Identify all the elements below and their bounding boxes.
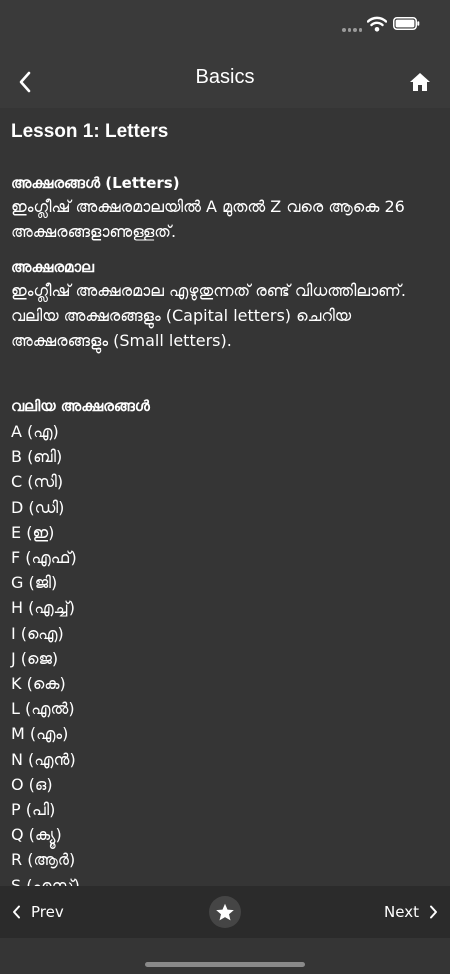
list-item: P (പി): [11, 800, 56, 820]
alphabet-heading: അക്ഷരമാല: [11, 258, 94, 276]
letters-heading: അക്ഷരങ്ങൾ (Letters): [11, 174, 180, 192]
list-item: O (ഒ): [11, 774, 53, 794]
list-item: K (കെ): [11, 674, 66, 694]
list-item: G (ജി): [11, 573, 58, 593]
home-indicator[interactable]: [145, 962, 305, 967]
star-icon: [216, 903, 234, 920]
list-item: H (എച്ച്): [11, 598, 75, 618]
list-item: C (സി): [11, 472, 64, 492]
lesson-navigation-bar: Prev Next: [0, 886, 450, 938]
list-item: B (ബി): [11, 447, 63, 467]
next-button[interactable]: Next: [384, 886, 438, 938]
list-item: J (ജെ): [11, 648, 59, 668]
list-item: E (ഇ): [11, 522, 55, 542]
signal-icon: [342, 28, 362, 32]
next-label: Next: [384, 903, 419, 921]
list-item: F (എഫ്): [11, 548, 77, 568]
list-item: R (ആർ): [11, 850, 76, 870]
home-icon: [410, 73, 430, 91]
page-title: Basics: [195, 66, 255, 88]
list-item: N (എൻ): [11, 749, 76, 769]
list-item: D (ഡി): [11, 497, 65, 517]
home-indicator-area: [0, 938, 450, 974]
alphabet-description: ഇംഗ്ലീഷ് അക്ഷരമാല എഴുതുന്നത് രണ്ട് വിധത്…: [11, 281, 406, 350]
favorite-button[interactable]: [209, 896, 241, 928]
chevron-left-icon: [13, 905, 20, 919]
home-button[interactable]: [390, 56, 450, 108]
capital-letters-heading: വലിയ അക്ഷരങ്ങൾ: [11, 397, 150, 415]
list-item: L (എൽ): [11, 699, 75, 719]
list-item: M (എം): [11, 724, 69, 744]
prev-button[interactable]: Prev: [12, 886, 64, 938]
status-bar: [0, 0, 450, 56]
list-item: S (എസ്): [11, 875, 80, 886]
wifi-icon: [367, 16, 387, 32]
lesson-title: Lesson 1: Letters: [11, 121, 169, 142]
letter-list: A (എ) B (ബി) C (സി) D (ഡി) E (ഇ) F (എഫ്)…: [11, 419, 439, 886]
letters-description: ഇംഗ്ലീഷ് അക്ഷരമാലയിൽ A മുതൽ Z വരെ ആകെ 26…: [11, 197, 405, 241]
lesson-content[interactable]: Lesson 1: Letters അക്ഷരങ്ങൾ (Letters) ഇം…: [0, 108, 450, 886]
navigation-bar: Basics: [0, 56, 450, 108]
list-item: Q (ക്യൂ): [11, 825, 62, 845]
list-item: I (ഐ): [11, 623, 64, 643]
list-item: A (എ): [11, 422, 59, 441]
chevron-right-icon: [430, 905, 437, 919]
battery-icon: [393, 17, 420, 30]
prev-label: Prev: [31, 903, 64, 921]
